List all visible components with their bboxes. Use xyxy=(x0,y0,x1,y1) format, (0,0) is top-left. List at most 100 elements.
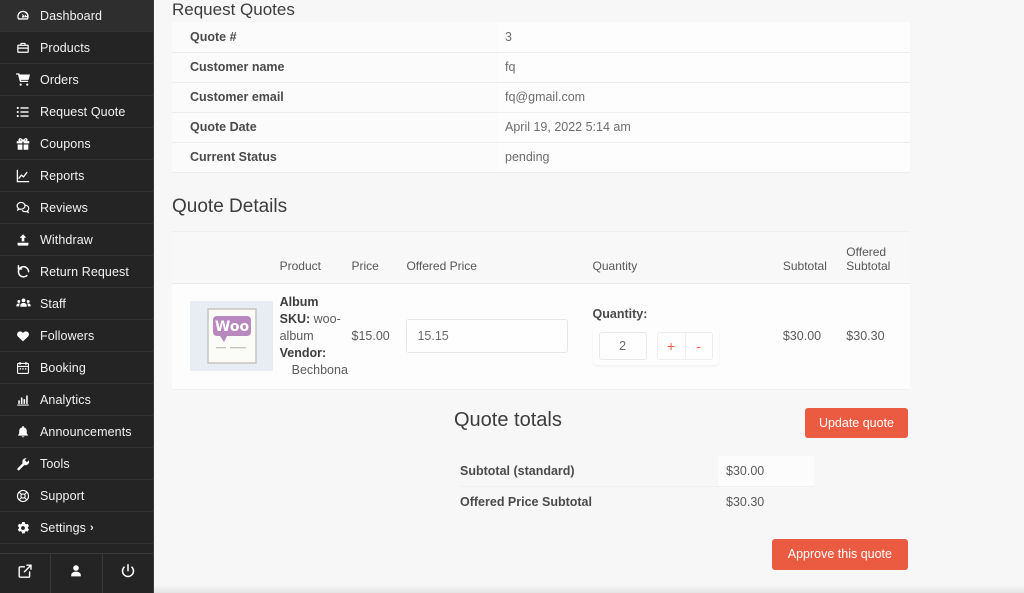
column-offered-price: Offered Price xyxy=(402,230,589,284)
sidebar-item-label: Withdraw xyxy=(40,232,93,247)
sidebar-item-label: Products xyxy=(40,40,91,55)
undo-icon xyxy=(10,264,36,279)
quote-details-title: Quote Details xyxy=(172,195,288,217)
totals-key: Subtotal (standard) xyxy=(460,456,718,487)
sidebar-item-return-request[interactable]: Return Request xyxy=(0,256,153,288)
product-thumbnail-cell: Woo xyxy=(172,283,276,390)
table-row: Customer email fq@gmail.com xyxy=(172,82,910,113)
sidebar-item-label: Tools xyxy=(40,456,70,471)
quantity-stepper: + - xyxy=(592,327,719,365)
product-vendor-value: Bechbona xyxy=(291,362,348,377)
quantity-decrease-button[interactable]: - xyxy=(684,332,713,360)
page-bottom-shadow xyxy=(154,585,1024,593)
quantity-increase-button[interactable]: + xyxy=(656,332,685,360)
approve-row: Approve this quote xyxy=(172,539,910,570)
sidebar-item-label: Booking xyxy=(40,360,86,375)
sidebar-item-label: Orders xyxy=(40,72,79,87)
sidebar-footer xyxy=(0,553,153,593)
column-quantity: Quantity xyxy=(588,230,779,284)
sidebar-item-analytics[interactable]: Analytics xyxy=(0,384,153,416)
comments-icon xyxy=(10,200,36,215)
chevron-right-icon: › xyxy=(89,521,94,534)
sidebar-item-label: Request Quote xyxy=(40,104,126,119)
column-thumbnail xyxy=(172,230,276,284)
sidebar-item-booking[interactable]: Booking xyxy=(0,352,153,384)
sidebar-item-followers[interactable]: Followers xyxy=(0,320,153,352)
svg-text:Woo: Woo xyxy=(214,319,249,335)
quantity-cell: Quantity: + - xyxy=(588,283,779,390)
main-content: Request Quotes Quote # 3 Customer name f… xyxy=(154,0,1024,593)
sidebar-item-dashboard[interactable]: Dashboard xyxy=(0,0,153,32)
sidebar-item-reports[interactable]: Reports xyxy=(0,160,153,192)
lifebuoy-icon xyxy=(10,489,36,503)
sidebar-item-withdraw[interactable]: Withdraw xyxy=(0,224,153,256)
briefcase-icon xyxy=(10,41,36,55)
sidebar-item-announcements[interactable]: Announcements xyxy=(0,416,153,448)
list-icon xyxy=(10,105,36,119)
table-header-row: Product Price Offered Price Quantity Sub… xyxy=(172,230,910,284)
profile-button[interactable] xyxy=(51,554,103,593)
product-vendor-label: Vendor: xyxy=(279,345,327,360)
sidebar-item-staff[interactable]: Staff xyxy=(0,288,153,320)
quantity-input[interactable] xyxy=(598,332,647,360)
table-row: Woo Album SKU: woo-album Vendor: Bechbon… xyxy=(172,283,910,390)
table-row: Quote Date April 19, 2022 5:14 am xyxy=(172,112,910,143)
table-row: Offered Price Subtotal $30.30 xyxy=(460,487,814,518)
upload-icon xyxy=(10,233,36,247)
sidebar-item-reviews[interactable]: Reviews xyxy=(0,192,153,224)
product-offered-subtotal: $30.30 xyxy=(842,283,910,390)
bell-icon xyxy=(10,425,36,439)
info-key: Quote # xyxy=(172,22,497,53)
info-key: Customer name xyxy=(172,52,497,83)
product-info-cell: Album SKU: woo-album Vendor: Bechbona xyxy=(275,283,348,390)
sidebar: Dashboard Products Orders Request Quote xyxy=(0,0,154,593)
info-key: Customer email xyxy=(172,82,497,113)
sidebar-item-support[interactable]: Support xyxy=(0,480,153,512)
totals-value: $30.00 xyxy=(718,456,814,487)
quote-totals-section: Quote totals Update quote Subtotal (stan… xyxy=(172,390,910,570)
offered-price-input[interactable] xyxy=(406,319,569,353)
info-value: fq@gmail.com xyxy=(497,82,910,113)
dashboard-icon xyxy=(10,9,36,23)
info-key: Quote Date xyxy=(172,112,497,143)
sidebar-item-label: Coupons xyxy=(40,136,91,151)
sidebar-item-request-quote[interactable]: Request Quote xyxy=(0,96,153,128)
sidebar-item-coupons[interactable]: Coupons xyxy=(0,128,153,160)
column-offered-subtotal-line2: Subtotal xyxy=(846,258,891,273)
visit-store-button[interactable] xyxy=(0,554,52,593)
sidebar-item-label: Settings xyxy=(40,520,86,535)
product-subtotal: $30.00 xyxy=(778,283,843,390)
column-subtotal: Subtotal xyxy=(778,230,843,284)
sidebar-item-tools[interactable]: Tools xyxy=(0,448,153,480)
approve-quote-button[interactable]: Approve this quote xyxy=(771,539,908,570)
sidebar-item-products[interactable]: Products xyxy=(0,32,153,64)
product-sku-label: SKU: xyxy=(279,311,311,326)
sidebar-item-label: Reviews xyxy=(40,200,88,215)
table-row: Quote # 3 xyxy=(172,22,910,53)
content-inner: Request Quotes Quote # 3 Customer name f… xyxy=(154,0,910,570)
quote-totals-title: Quote totals xyxy=(454,408,562,431)
calendar-icon xyxy=(10,361,36,375)
sidebar-item-label: Support xyxy=(40,488,85,503)
update-quote-button[interactable]: Update quote xyxy=(804,407,908,438)
sidebar-item-label: Followers xyxy=(40,328,95,343)
sidebar-item-settings[interactable]: Settings › xyxy=(0,512,153,544)
table-row: Current Status pending xyxy=(172,142,910,173)
product-sku: SKU: woo-album xyxy=(280,311,344,345)
external-link-icon xyxy=(17,563,33,584)
logout-button[interactable] xyxy=(103,554,153,593)
info-value: 3 xyxy=(497,22,910,53)
totals-key: Offered Price Subtotal xyxy=(460,495,592,509)
quote-details-table: Product Price Offered Price Quantity Sub… xyxy=(172,230,910,390)
info-value: April 19, 2022 5:14 am xyxy=(497,112,910,143)
user-icon xyxy=(68,563,84,584)
quantity-label: Quantity: xyxy=(592,307,648,321)
cart-icon xyxy=(10,72,36,87)
sidebar-item-orders[interactable]: Orders xyxy=(0,64,153,96)
users-icon xyxy=(10,296,36,311)
sidebar-item-label: Dashboard xyxy=(40,8,103,23)
column-product: Product xyxy=(275,230,348,284)
sidebar-item-label: Return Request xyxy=(40,264,129,279)
gift-icon xyxy=(10,137,36,151)
totals-value: $30.30 xyxy=(726,495,765,509)
